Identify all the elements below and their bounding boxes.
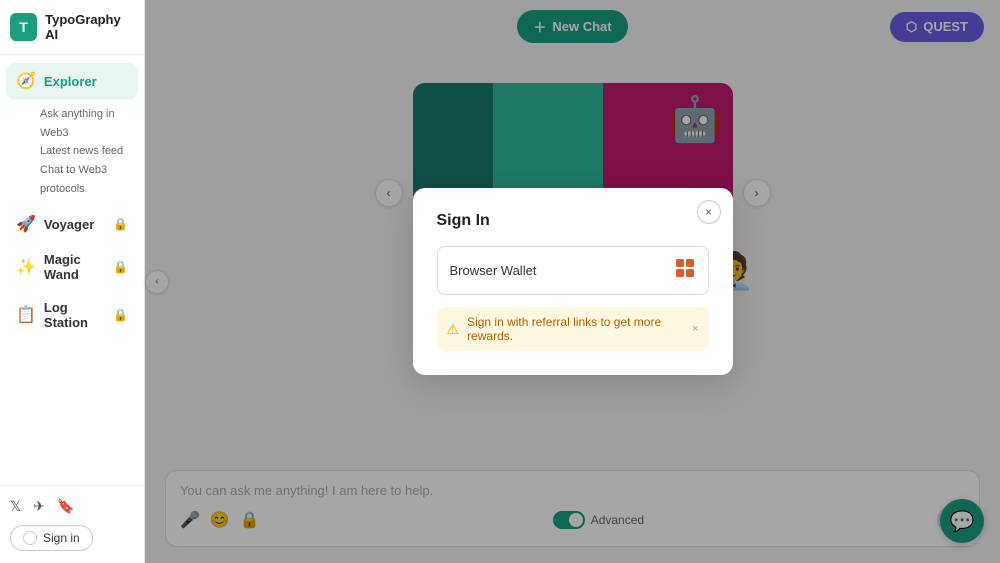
bookmark-icon[interactable]: 🔖	[57, 498, 74, 515]
sidebar: T TypoGraphy AI 🧭 Explorer Ask anything …	[0, 0, 145, 563]
modal-overlay: Sign In × Browser Wallet ⚠ Sign in with …	[145, 0, 1000, 563]
social-icons: 𝕏 ✈ 🔖	[10, 498, 134, 515]
wallet-icon	[674, 257, 696, 284]
sign-in-label: Sign in	[43, 531, 80, 545]
sidebar-item-explorer[interactable]: 🧭 Explorer	[6, 63, 138, 99]
twitter-icon[interactable]: 𝕏	[10, 498, 21, 515]
sidebar-logo: T TypoGraphy AI	[0, 0, 144, 55]
sidebar-item-voyager[interactable]: 🚀 Voyager 🔒	[6, 206, 138, 242]
explorer-subitems: Ask anything in Web3 Latest news feed Ch…	[6, 101, 138, 206]
log-station-icon: 📋	[16, 305, 36, 325]
lock-icon: 🔒	[113, 217, 128, 231]
wallet-input-wrap[interactable]: Browser Wallet	[437, 246, 709, 295]
modal-error-banner: ⚠ Sign in with referral links to get mor…	[437, 307, 709, 351]
lock-icon: 🔒	[113, 260, 128, 274]
modal-close-button[interactable]: ×	[697, 200, 721, 224]
sign-in-circle	[23, 531, 37, 545]
modal-error-text: Sign in with referral links to get more …	[467, 315, 684, 343]
modal-title: Sign In	[437, 212, 709, 230]
warning-icon: ⚠	[447, 321, 460, 338]
sign-in-button[interactable]: Sign in	[10, 525, 93, 551]
sidebar-item-log-station[interactable]: 📋 Log Station 🔒	[6, 292, 138, 338]
wallet-input-text: Browser Wallet	[450, 263, 537, 278]
main-content: ＋ New Chat ⬡ QUEST ‹ ‹	[145, 0, 1000, 563]
sign-in-modal: Sign In × Browser Wallet ⚠ Sign in with …	[413, 188, 733, 375]
modal-error-close-button[interactable]: ×	[692, 323, 698, 335]
explorer-sub-2: Latest news feed	[40, 142, 128, 161]
sidebar-item-label: Voyager	[44, 217, 94, 232]
magic-wand-icon: ✨	[16, 257, 36, 277]
voyager-icon: 🚀	[16, 214, 36, 234]
explorer-sub-1: Ask anything in Web3	[40, 105, 128, 142]
explorer-icon: 🧭	[16, 71, 36, 91]
sidebar-footer: 𝕏 ✈ 🔖 Sign in	[0, 485, 144, 563]
sidebar-item-label: Log Station	[44, 300, 105, 330]
sidebar-nav: 🧭 Explorer Ask anything in Web3 Latest n…	[0, 55, 144, 485]
sidebar-item-label: Explorer	[44, 74, 97, 89]
explorer-sub-3: Chat to Web3 protocols	[40, 161, 128, 198]
telegram-icon[interactable]: ✈	[33, 498, 45, 515]
sidebar-item-label: Magic Wand	[44, 252, 105, 282]
logo-text: TypoGraphy AI	[45, 12, 134, 42]
logo-icon: T	[10, 13, 37, 41]
lock-icon: 🔒	[113, 308, 128, 322]
sidebar-item-magic-wand[interactable]: ✨ Magic Wand 🔒	[6, 244, 138, 290]
